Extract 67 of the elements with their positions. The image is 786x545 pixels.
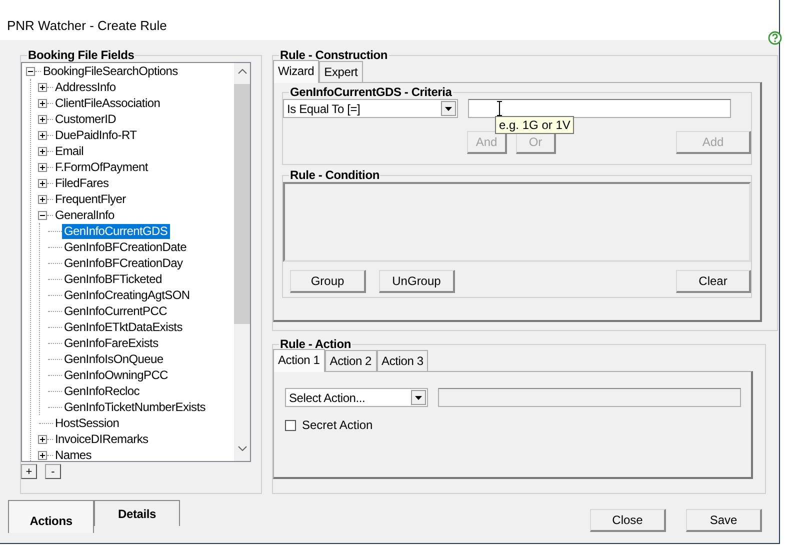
tree-item[interactable]: CustomerID [53, 112, 118, 126]
tree-item[interactable]: Names [53, 448, 94, 461]
checkbox-label: Secret Action [302, 418, 373, 432]
tree-item[interactable]: FiledFares [53, 176, 111, 190]
collapse-icon[interactable] [38, 210, 47, 220]
tab[interactable]: Action 2 [324, 350, 377, 371]
group-title: Booking File Fields [27, 48, 136, 62]
tree-item[interactable]: FrequentFlyer [53, 192, 128, 206]
tree-button[interactable]: + [21, 464, 37, 479]
tree-item[interactable]: BookingFileSearchOptions [41, 64, 180, 78]
expand-icon[interactable] [38, 450, 47, 460]
tree-item[interactable]: GenInfoCurrentGDS [62, 224, 170, 238]
expand-icon[interactable] [38, 434, 47, 444]
collapse-icon[interactable] [26, 66, 35, 76]
tree-item[interactable]: GeneralInfo [53, 208, 116, 222]
tree-item[interactable]: HostSession [53, 416, 122, 430]
expand-icon[interactable] [38, 82, 47, 92]
condition-button[interactable]: UnGroup [379, 270, 455, 293]
group-title: GenInfoCurrentGDS - Criteria [289, 85, 453, 99]
scroll-thumb[interactable] [234, 84, 250, 324]
dropdown[interactable]: Is Equal To [=] [283, 99, 458, 118]
expand-icon[interactable] [38, 114, 47, 124]
tree-item[interactable]: GenInfoBFCreationDay [62, 256, 185, 270]
tree-item[interactable]: GenInfoTicketNumberExists [62, 400, 208, 414]
window-title: PNR Watcher - Create Rule [7, 18, 167, 33]
dropdown[interactable]: Select Action... [285, 388, 428, 407]
expand-icon[interactable] [38, 162, 47, 172]
tree-item[interactable]: GenInfoOwningPCC [62, 368, 170, 382]
tree-button[interactable]: - [45, 464, 61, 479]
group-title: Rule - Condition [289, 168, 380, 182]
tree-item[interactable]: F.FormOfPayment [53, 160, 150, 174]
tree-item[interactable]: GenInfoCurrentPCC [62, 304, 169, 318]
group-title: Rule - Action [279, 337, 352, 351]
footer-button[interactable]: Save [686, 509, 762, 532]
tab[interactable]: Details [94, 500, 180, 526]
condition-button[interactable]: Clear [676, 270, 751, 293]
checkbox[interactable] [285, 420, 296, 430]
scrollbar[interactable] [234, 63, 250, 461]
tree-item[interactable]: GenInfoBFCreationDate [62, 240, 188, 254]
expand-icon[interactable] [38, 98, 47, 108]
tree-item[interactable]: GenInfoIsOnQueue [62, 352, 166, 366]
condition-button[interactable]: Group [290, 270, 366, 293]
tab[interactable]: Action 1 [273, 349, 325, 372]
value-field[interactable] [468, 99, 731, 118]
expand-icon[interactable] [38, 146, 47, 156]
tree-item[interactable]: InvoiceDIRemarks [53, 432, 150, 446]
tree-item[interactable]: DuePaidInfo-RT [53, 128, 139, 142]
footer-button[interactable]: Close [590, 509, 666, 532]
tab[interactable]: Action 3 [376, 350, 428, 371]
expand-icon[interactable] [38, 194, 47, 204]
tab[interactable]: Expert [319, 61, 363, 82]
tooltip: e.g. 1G or 1V [495, 116, 574, 134]
tree-item[interactable]: GenInfoBFTicketed [62, 272, 164, 286]
expand-icon[interactable] [38, 130, 47, 140]
tab[interactable]: Actions [8, 500, 94, 533]
tree-item[interactable]: ClientFileAssociation [53, 96, 162, 110]
tree-item[interactable]: GenInfoRecloc [62, 384, 142, 398]
tree-item[interactable]: GenInfoFareExists [62, 336, 160, 350]
tab[interactable]: Wizard [273, 60, 320, 83]
tree-item[interactable]: Email [53, 144, 86, 158]
tree-item[interactable]: GenInfoCreatingAgtSON [62, 288, 192, 302]
group-title: Rule - Construction [279, 48, 389, 62]
help-icon[interactable] [768, 31, 782, 45]
tree-item[interactable]: AddressInfo [53, 80, 118, 94]
tree-item[interactable]: GenInfoETktDataExists [62, 320, 184, 334]
text-cursor-icon [496, 101, 503, 116]
expand-icon[interactable] [38, 178, 47, 188]
